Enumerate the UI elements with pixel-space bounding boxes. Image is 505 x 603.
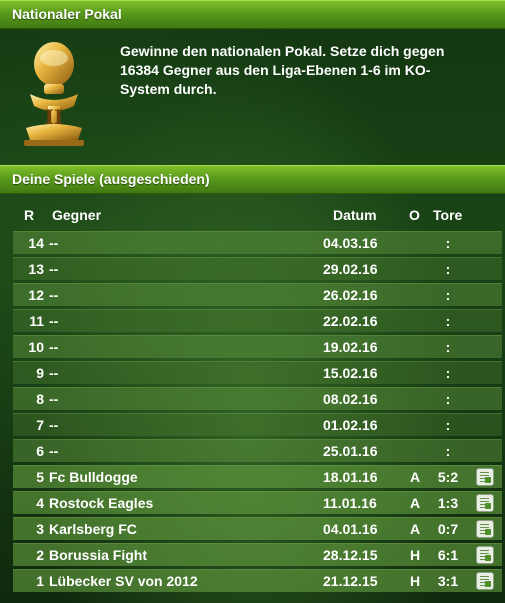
round-number: 13: [28, 261, 44, 277]
match-date: 29.02.16: [323, 261, 378, 277]
match-date: 19.02.16: [323, 339, 378, 355]
match-result: :: [445, 443, 451, 459]
description-line: Gewinne den nationalen Pokal. Setze dich…: [120, 43, 445, 59]
match-location: H: [409, 547, 421, 563]
round-number: 8: [36, 391, 44, 407]
round-number: 10: [28, 339, 44, 355]
match-result: :: [445, 391, 451, 407]
match-report-icon[interactable]: [476, 546, 494, 564]
opponent-name: --: [49, 287, 59, 303]
opponent-name: --: [49, 339, 59, 355]
match-date: 01.02.16: [323, 417, 378, 433]
round-number: 2: [36, 547, 44, 563]
table-row[interactable]: 2 Borussia Fight 28.12.15 H 6:1: [13, 543, 502, 566]
description-line: System durch.: [120, 81, 217, 97]
table-row: 9 -- 15.02.16 :: [13, 361, 502, 384]
cup-title: Nationaler Pokal: [12, 6, 122, 22]
match-result: 0:7: [437, 521, 459, 537]
round-number: 4: [36, 495, 44, 511]
table-row: 12 -- 26.02.16 :: [13, 283, 502, 306]
match-result: :: [445, 261, 451, 277]
match-date: 25.01.16: [323, 443, 378, 459]
opponent-name: --: [49, 261, 59, 277]
opponent-name: --: [49, 313, 59, 329]
table-row: 14 -- 04.03.16 :: [13, 231, 502, 254]
match-date: 04.03.16: [323, 235, 378, 251]
round-number: 6: [36, 443, 44, 459]
column-date: Datum: [333, 207, 377, 223]
match-result: :: [445, 417, 451, 433]
match-date: 28.12.15: [323, 547, 378, 563]
match-report-icon[interactable]: [476, 572, 494, 590]
games-header: Deine Spiele (ausgeschieden): [0, 165, 505, 194]
match-result: :: [445, 365, 451, 381]
match-location: A: [409, 495, 421, 511]
match-result: 5:2: [437, 469, 459, 485]
match-report-icon[interactable]: [476, 494, 494, 512]
table-row: 8 -- 08.02.16 :: [13, 387, 502, 410]
table-row: 11 -- 22.02.16 :: [13, 309, 502, 332]
match-result: :: [445, 235, 451, 251]
table-row[interactable]: 3 Karlsberg FC 04.01.16 A 0:7: [13, 517, 502, 540]
round-number: 11: [29, 313, 44, 329]
column-location: O: [409, 207, 420, 223]
opponent-name[interactable]: Lübecker SV von 2012: [49, 573, 198, 589]
description-line: 16384 Gegner aus den Liga-Ebenen 1-6 im …: [120, 62, 431, 78]
column-round: R: [24, 207, 35, 223]
match-date: 08.02.16: [323, 391, 378, 407]
match-date: 04.01.16: [323, 521, 378, 537]
table-row[interactable]: 1 Lübecker SV von 2012 21.12.15 H 3:1: [13, 569, 502, 592]
round-number: 9: [36, 365, 44, 381]
match-result: 6:1: [437, 547, 459, 563]
match-result: 3:1: [437, 573, 459, 589]
match-date: 26.02.16: [323, 287, 378, 303]
opponent-name: --: [49, 235, 59, 251]
round-number: 1: [36, 573, 44, 589]
match-result: :: [445, 339, 451, 355]
match-result: :: [445, 313, 451, 329]
match-result: 1:3: [437, 495, 459, 511]
round-number: 12: [28, 287, 44, 303]
match-location: A: [409, 521, 421, 537]
games-title: Deine Spiele (ausgeschieden): [12, 171, 210, 187]
opponent-name: --: [49, 391, 59, 407]
trophy-icon: II: [24, 42, 84, 146]
match-location: H: [409, 573, 421, 589]
opponent-name: --: [49, 417, 59, 433]
table-row: 10 -- 19.02.16 :: [13, 335, 502, 358]
opponent-name: --: [49, 365, 59, 381]
table-row[interactable]: 4 Rostock Eagles 11.01.16 A 1:3: [13, 491, 502, 514]
opponent-name[interactable]: Rostock Eagles: [49, 495, 153, 511]
opponent-name: --: [49, 443, 59, 459]
match-report-icon[interactable]: [476, 468, 494, 486]
column-goals: Tore: [433, 207, 463, 223]
round-number: 7: [36, 417, 44, 433]
table-row: 7 -- 01.02.16 :: [13, 413, 502, 436]
opponent-name[interactable]: Borussia Fight: [49, 547, 147, 563]
match-date: 18.01.16: [323, 469, 378, 485]
match-date: 15.02.16: [323, 365, 378, 381]
round-number: 3: [36, 521, 44, 537]
table-row[interactable]: 5 Fc Bulldogge 18.01.16 A 5:2: [13, 465, 502, 488]
round-number: 5: [36, 469, 44, 485]
match-report-icon[interactable]: [476, 520, 494, 538]
match-date: 22.02.16: [323, 313, 378, 329]
opponent-name[interactable]: Fc Bulldogge: [49, 469, 138, 485]
table-row: 6 -- 25.01.16 :: [13, 439, 502, 462]
table-row: 13 -- 29.02.16 :: [13, 257, 502, 280]
cup-description: Gewinne den nationalen Pokal. Setze dich…: [120, 42, 490, 99]
match-location: A: [409, 469, 421, 485]
column-opponent: Gegner: [52, 207, 102, 223]
match-date: 21.12.15: [323, 573, 378, 589]
match-date: 11.01.16: [323, 495, 377, 511]
round-number: 14: [28, 235, 44, 251]
opponent-name[interactable]: Karlsberg FC: [49, 521, 137, 537]
match-result: :: [445, 287, 451, 303]
cup-header: Nationaler Pokal: [0, 0, 505, 29]
